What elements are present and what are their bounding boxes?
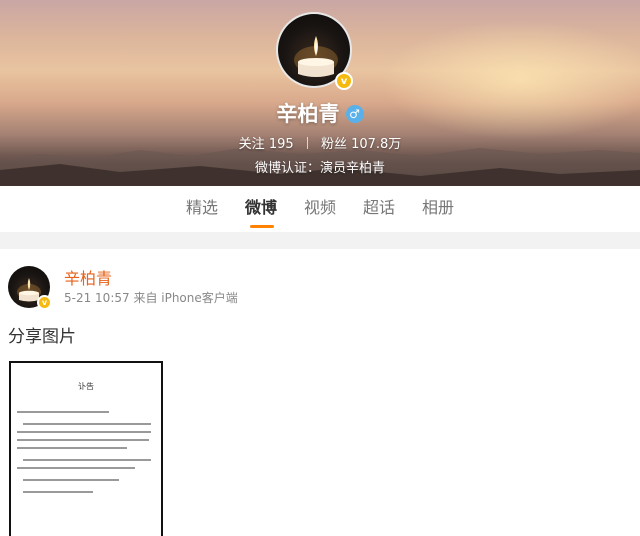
fans-stat[interactable]: 粉丝 107.8万 — [321, 137, 401, 152]
tab-super-topic[interactable]: 超话 — [350, 186, 409, 232]
verified-badge-icon: v — [335, 72, 353, 90]
tab-album[interactable]: 相册 — [409, 186, 468, 232]
verified-badge-icon: v — [37, 295, 52, 310]
document-text-line — [17, 439, 149, 441]
profile-cover: v 辛柏青 ♂ 关注 195 粉丝 107.8万 微博认证：演员辛柏青 — [0, 0, 640, 186]
profile-tab-bar: 精选 微博 视频 超话 相册 — [0, 186, 640, 232]
profile-name: 辛柏青 — [276, 102, 340, 126]
follow-stat[interactable]: 关注 195 — [239, 137, 298, 152]
document-text-line — [17, 447, 127, 449]
weibo-post-card: v 辛柏青 5-21 10:57 来自 iPhone客户端 分享图片 讣告 — [0, 249, 640, 536]
document-text-line — [23, 491, 93, 493]
fans-label: 粉丝 — [320, 137, 347, 152]
follow-label: 关注 — [238, 137, 265, 152]
profile-stats: 关注 195 粉丝 107.8万 — [0, 133, 640, 152]
tab-weibo[interactable]: 微博 — [232, 186, 291, 232]
tab-video[interactable]: 视频 — [291, 186, 350, 232]
document-text-line — [17, 467, 135, 469]
post-author-name[interactable]: 辛柏青 — [64, 265, 112, 289]
document-text-line — [17, 411, 109, 413]
document-text-line — [23, 479, 119, 481]
tab-featured[interactable]: 精选 — [173, 186, 232, 232]
fans-count: 107.8万 — [351, 137, 402, 152]
document-text-line — [17, 431, 151, 433]
mountain-silhouette — [0, 148, 640, 186]
document-title: 讣告 — [78, 382, 94, 391]
document-text-line — [23, 459, 151, 461]
post-meta: 5-21 10:57 来自 iPhone客户端 — [64, 291, 238, 305]
document-text-line — [23, 423, 151, 425]
follow-count: 195 — [268, 137, 294, 152]
profile-name-row: 辛柏青 ♂ — [0, 98, 640, 128]
post-text: 分享图片 — [8, 327, 76, 347]
stats-divider — [306, 137, 308, 149]
male-gender-icon: ♂ — [345, 105, 364, 123]
post-image-document[interactable]: 讣告 — [9, 361, 163, 536]
verification-info: 微博认证：演员辛柏青 — [254, 161, 385, 176]
